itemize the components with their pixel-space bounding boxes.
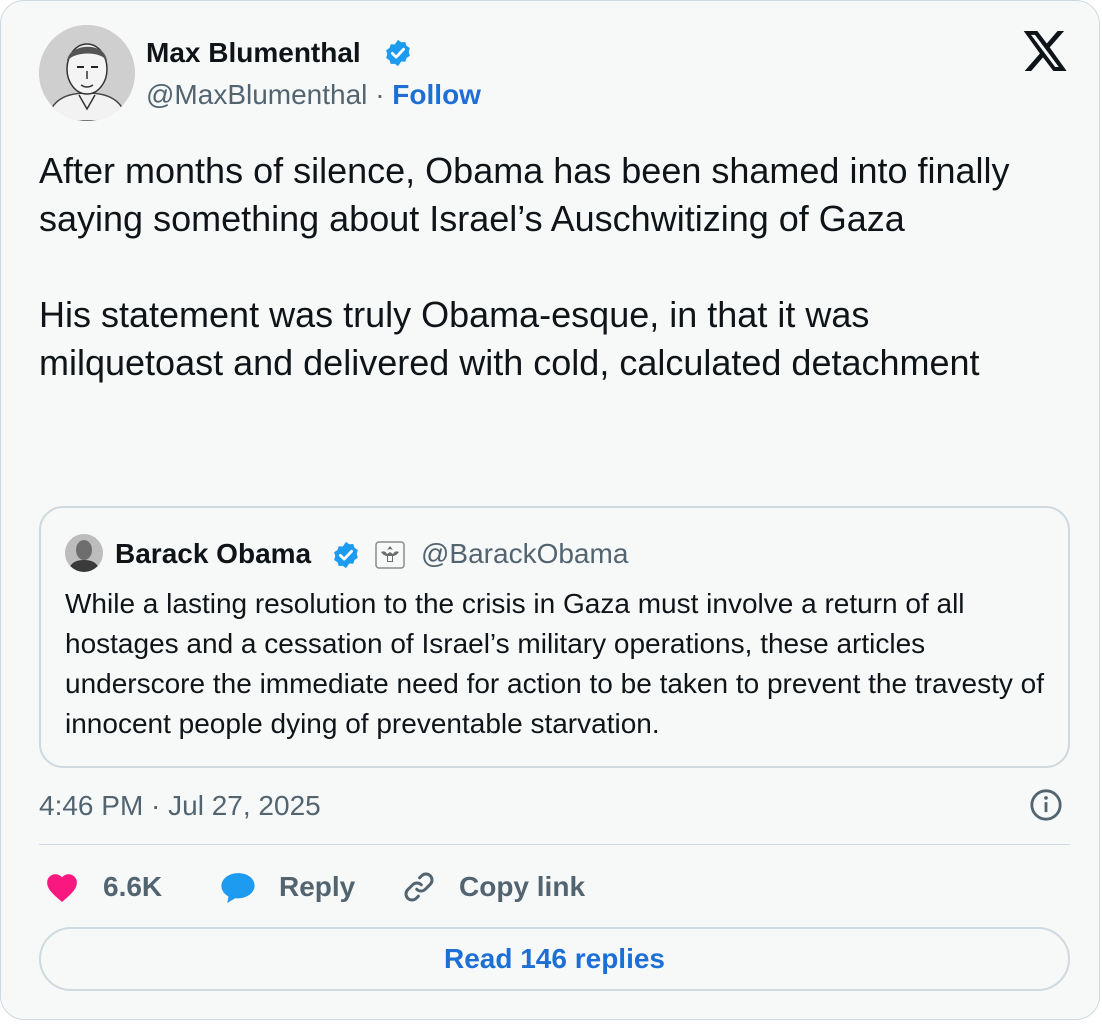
quoted-verified-badge-icon <box>334 541 358 569</box>
quoted-author-handle: @BarackObama <box>421 538 629 569</box>
government-seal-icon <box>375 541 405 569</box>
heart-icon <box>47 874 77 903</box>
author-avatar-illustration <box>39 25 135 121</box>
info-icon[interactable] <box>1029 788 1063 822</box>
read-replies-button[interactable]: Read 146 replies <box>39 927 1070 991</box>
quoted-tweet[interactable]: Barack Obama @BarackObama While a lastin… <box>39 506 1070 768</box>
author-name[interactable]: Max Blumenthal <box>146 33 361 73</box>
actions-divider <box>39 844 1070 845</box>
speech-bubble-icon <box>221 873 255 904</box>
quoted-avatar-illustration <box>65 534 103 572</box>
quoted-author-name: Barack Obama <box>115 538 312 569</box>
verified-badge-icon <box>386 39 410 67</box>
tweet-text: After months of silence, Obama has been … <box>39 147 1059 387</box>
follow-button[interactable]: Follow <box>392 79 481 110</box>
copy-link-button[interactable]: Copy link <box>401 865 601 909</box>
quoted-author-avatar <box>65 534 103 572</box>
author-handle-line: @MaxBlumenthal · Follow <box>146 75 481 115</box>
handle-separator: · <box>375 79 385 110</box>
tweet-paragraph-1: After months of silence, Obama has been … <box>39 150 1010 239</box>
author-avatar[interactable] <box>39 25 135 121</box>
quoted-tweet-text: While a lasting resolution to the crisis… <box>65 588 1045 739</box>
author-handle[interactable]: @MaxBlumenthal <box>146 79 367 110</box>
like-count: 6.6K <box>103 871 163 902</box>
reply-label: Reply <box>279 871 356 902</box>
tweet-timestamp[interactable]: 4:46 PM · Jul 27, 2025 <box>39 786 321 826</box>
x-logo-icon[interactable] <box>1023 31 1067 71</box>
reply-button[interactable]: Reply <box>219 865 359 909</box>
link-icon <box>404 872 434 902</box>
tweet-embed-card: Max Blumenthal @MaxBlumenthal · Follow A… <box>0 0 1100 1020</box>
tweet-paragraph-2: His statement was truly Obama-esque, in … <box>39 294 980 383</box>
like-button[interactable]: 6.6K <box>45 865 175 909</box>
copy-link-label: Copy link <box>459 871 586 902</box>
